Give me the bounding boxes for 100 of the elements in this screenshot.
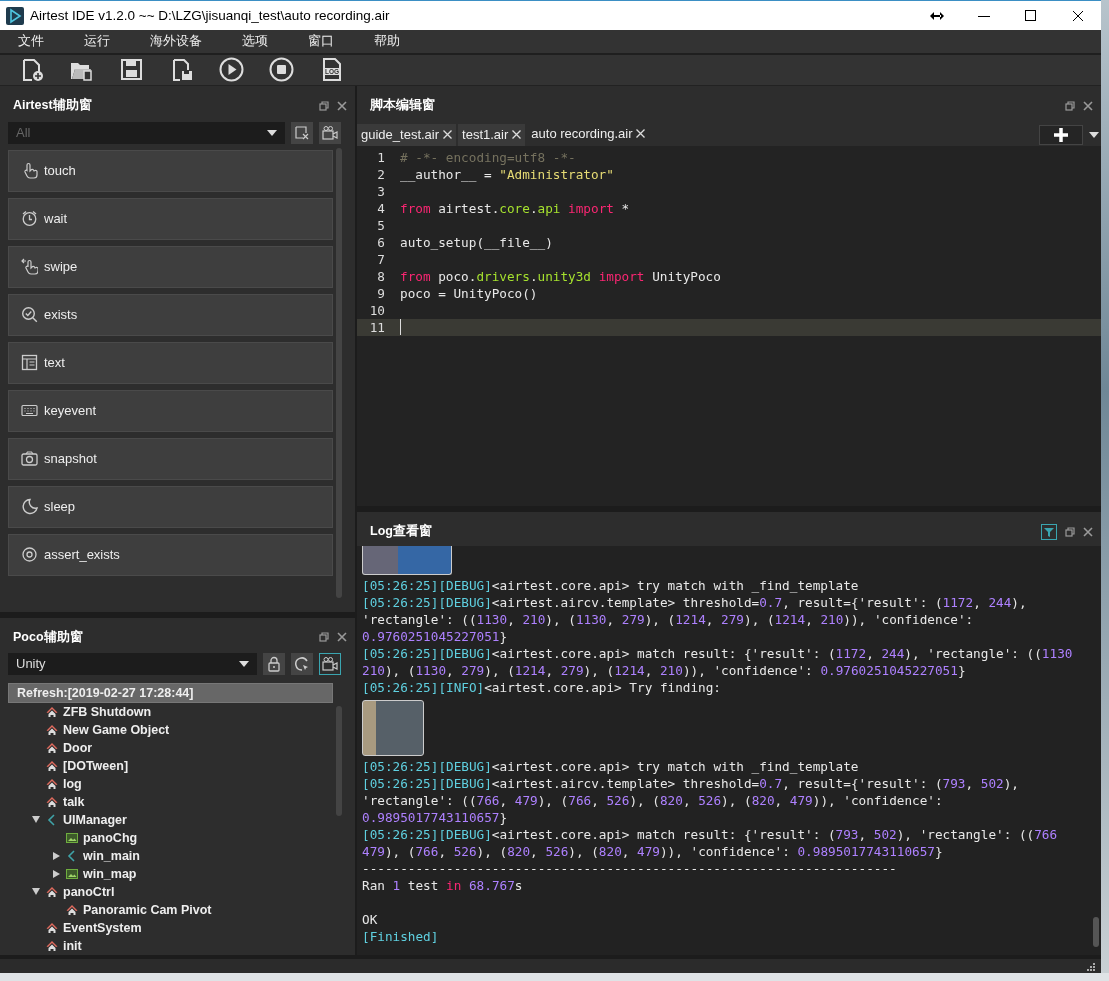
panel-title: Airtest辅助窗 (13, 97, 93, 114)
code-line: from airtest.core.api import * (400, 200, 630, 216)
panel-title: Log查看窗 (370, 523, 433, 540)
house-icon (66, 903, 78, 916)
log-line: 0.9760251045227051} (362, 627, 508, 645)
filter-icon[interactable] (1044, 526, 1054, 537)
panel-title: Poco辅助窗 (13, 628, 84, 646)
menu-item[interactable]: 窗口 (308, 32, 334, 51)
menu-item[interactable]: 运行 (84, 32, 110, 51)
house-icon (46, 705, 58, 718)
play-icon[interactable] (218, 57, 244, 83)
action-button[interactable]: keyevent (8, 389, 333, 432)
house-icon (46, 723, 58, 736)
close-icon[interactable] (1071, 9, 1084, 22)
tree-node-label[interactable]: panoCtrl (63, 884, 115, 899)
menu-item[interactable]: 文件 (18, 32, 44, 51)
moon-icon (21, 498, 38, 515)
menu-item[interactable]: 帮助 (374, 32, 400, 51)
log-line: [05:26:25][DEBUG]<airtest.aircv.template> threshold=0.7, result={'result': (1172, 244), (362, 593, 1027, 611)
tree-node-label[interactable]: log (63, 776, 82, 791)
refresh-bar[interactable]: Refresh:[2019-02-27 17:28:44] (8, 682, 333, 703)
log-line: 'rectangle': ((1130, 210), (1130, 279), (1214, 279), (1214, 210)), 'confidence': (362, 610, 974, 628)
mode-dropdown[interactable]: Unity (8, 652, 257, 675)
expand-arrow-icon[interactable] (32, 816, 40, 823)
app-logo-icon (6, 6, 24, 25)
new-tab-button[interactable] (1039, 124, 1083, 145)
float-icon[interactable] (1065, 100, 1075, 111)
log-line: [05:26:25][DEBUG]<airtest.core.api> try match with _find_template (362, 757, 859, 775)
alarm-clock-icon (21, 210, 38, 227)
image-icon (66, 867, 78, 880)
tree-node-label[interactable]: panoChg (83, 830, 138, 845)
float-icon[interactable] (319, 632, 329, 642)
code-editor[interactable]: 1 # -*- encoding=utf8 -*- 2 __author__ = "Administrator" 3 4 from airtest.core.api import * 5 6 auto_setup(__file__) 7 8 from poco.drivers.unity3d import UnityPoco 9 poco = UnityPoco() 10 11 (357, 145, 1101, 506)
menu-item[interactable]: 海外设备 (150, 32, 202, 51)
video-camera-icon[interactable] (322, 655, 338, 672)
collapse-arrow-icon[interactable] (52, 851, 60, 860)
code-line: from poco.drivers.unity3d import UnityPoco (400, 268, 721, 284)
text-caret (400, 319, 401, 335)
action-button[interactable]: wait (8, 197, 333, 240)
filter-dropdown[interactable]: All (8, 121, 285, 144)
expand-arrow-icon[interactable] (32, 888, 40, 895)
magnifier-check-icon (21, 306, 38, 323)
line-number: 6 (376, 234, 386, 250)
house-icon (46, 885, 58, 898)
float-icon[interactable] (319, 100, 329, 111)
window-title: Airtest IDE v1.2.0 ~~ D:\LZG\jisuanqi_test\auto recording.air (30, 8, 391, 23)
action-button[interactable]: exists (8, 293, 333, 336)
dropdown-caret-icon[interactable] (267, 129, 277, 136)
house-icon (46, 777, 58, 790)
tree-node-label[interactable]: EventSystem (63, 920, 142, 935)
tree-node-label[interactable]: init (63, 938, 82, 953)
scrollbar-thumb[interactable] (1093, 916, 1099, 947)
chevron-icon (66, 849, 78, 862)
tree-node-label[interactable]: Door (63, 740, 93, 755)
tree-node-label[interactable]: win_main (83, 848, 140, 863)
house-icon (46, 741, 58, 754)
action-button[interactable]: touch (8, 149, 333, 192)
tree-node-label[interactable]: ZFB Shutdown (63, 704, 152, 719)
log-line: 479), (766, 526), (820, 526), (820, 479)), 'confidence': 0.9895017743110657} (362, 842, 943, 860)
dropdown-caret-icon[interactable] (239, 660, 249, 667)
house-icon (46, 795, 58, 808)
code-line: # -*- encoding=utf8 -*- (400, 149, 576, 165)
stop-icon[interactable] (268, 57, 294, 83)
lock-icon[interactable] (266, 655, 282, 672)
line-number: 5 (376, 217, 386, 233)
screenshot-icon[interactable] (294, 124, 310, 141)
action-button[interactable]: assert_exists (8, 533, 333, 576)
line-number: 9 (376, 285, 386, 301)
tree-node-label[interactable]: New Game Object (63, 722, 170, 737)
resize-grip-icon[interactable] (1085, 960, 1095, 971)
code-line: __author__ = "Administrator" (400, 166, 614, 182)
filter-field[interactable]: All (16, 125, 267, 140)
panel-title: 脚本编辑窗 (370, 97, 436, 114)
action-button[interactable]: text (8, 341, 333, 384)
keyboard-icon (21, 402, 38, 419)
refresh-target-icon[interactable] (294, 655, 310, 672)
resize-arrow-icon[interactable] (929, 11, 944, 20)
tree-node-label[interactable]: UIManager (63, 812, 127, 827)
camera-icon (21, 450, 38, 467)
tree-node-label[interactable]: Panoramic Cam Pivot (83, 902, 212, 917)
tree-node-label[interactable]: [DOTween] (63, 758, 129, 773)
tree-node-label[interactable]: win_map (83, 866, 137, 881)
save-icon[interactable] (118, 57, 144, 83)
action-button[interactable]: snapshot (8, 437, 333, 480)
swipe-hand-icon (21, 258, 38, 275)
editor-tab[interactable]: test1.air (458, 123, 526, 146)
log-line: [Finished] (362, 927, 439, 945)
maximize-icon[interactable] (1024, 9, 1037, 22)
action-button[interactable]: swipe (8, 245, 333, 288)
dropdown-caret-icon[interactable] (1089, 131, 1099, 138)
action-button[interactable]: sleep (8, 485, 333, 528)
log-line: [05:26:25][DEBUG]<airtest.aircv.template> threshold=0.7, result={'result': (793, 502), (362, 774, 1019, 792)
float-icon[interactable] (1065, 526, 1075, 537)
log-line: 210), (1130, 279), (1214, 279), (1214, 210)), 'confidence': 0.9760251045227051} (362, 661, 966, 679)
editor-tab[interactable]: guide_test.air (357, 123, 457, 146)
tree-node-label[interactable]: talk (63, 794, 85, 809)
video-camera-icon[interactable] (322, 124, 338, 141)
line-number: 3 (376, 183, 386, 199)
menu-item[interactable]: 选项 (242, 32, 268, 51)
collapse-arrow-icon[interactable] (52, 869, 60, 878)
